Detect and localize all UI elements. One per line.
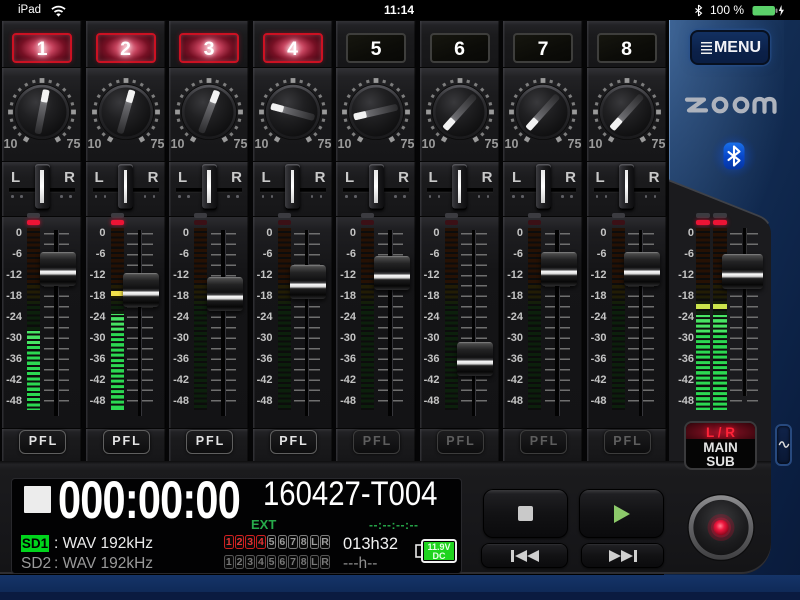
svg-text:75: 75 [651, 137, 665, 151]
svg-text:10: 10 [588, 137, 602, 151]
svg-text:75: 75 [234, 137, 248, 151]
svg-text:75: 75 [150, 137, 164, 151]
svg-text:10: 10 [254, 137, 268, 151]
svg-text:75: 75 [568, 137, 582, 151]
svg-text:DC: DC [433, 551, 446, 561]
svg-text:10: 10 [505, 137, 519, 151]
svg-text:75: 75 [317, 137, 331, 151]
svg-text:75: 75 [401, 137, 415, 151]
svg-text:10: 10 [4, 137, 18, 151]
svg-text:10: 10 [421, 137, 435, 151]
svg-text:10: 10 [87, 137, 101, 151]
svg-text:10: 10 [338, 137, 352, 151]
svg-text:75: 75 [484, 137, 498, 151]
svg-text:10: 10 [171, 137, 185, 151]
svg-text:75: 75 [67, 137, 81, 151]
